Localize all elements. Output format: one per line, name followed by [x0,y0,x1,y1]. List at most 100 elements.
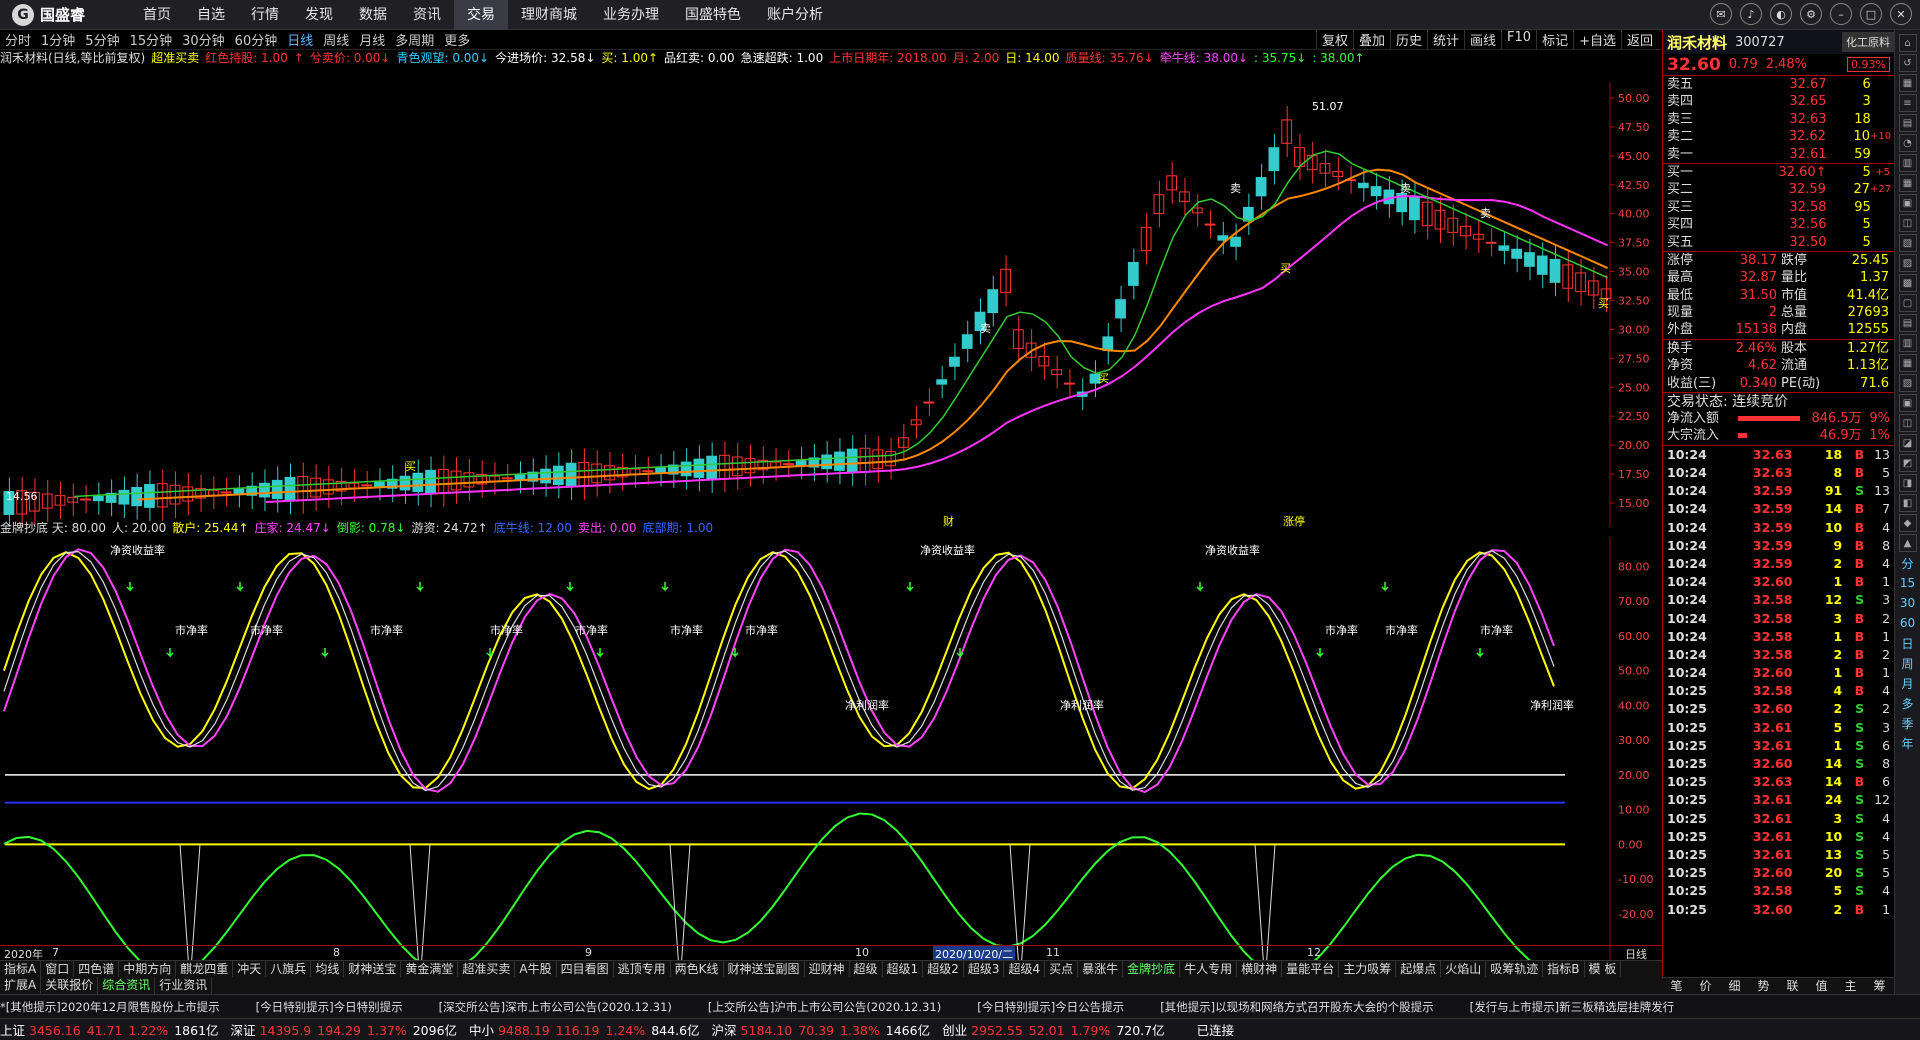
extension-tab[interactable]: 行业资讯 [155,977,213,994]
ticker-item[interactable]: [上交所公告]沪市上市公司公告(2020.12.31) [708,999,941,1015]
period-tab[interactable]: 30分钟 [177,30,230,49]
indicator-tab[interactable]: 超级1 [883,961,924,977]
oscillator-chart[interactable]: 80.0070.0060.0050.0040.0030.0020.0010.00… [0,537,1662,974]
period-tab[interactable]: 60分钟 [230,30,283,49]
indicator-tab[interactable]: 逃顶专用 [614,961,671,977]
side-tool-icon[interactable]: ▥ [1898,334,1917,352]
period-tab[interactable]: 多周期 [390,30,439,49]
indicator-tab[interactable]: 迎财神 [805,961,850,977]
period-tab[interactable]: 周线 [318,30,354,49]
period-tab[interactable]: 月线 [354,30,390,49]
side-tool-icon[interactable]: ▧ [1898,374,1917,392]
toolbar-button[interactable]: 画线 [1464,30,1501,49]
side-tool-icon[interactable]: ◧ [1898,494,1917,512]
ticker-item[interactable]: *[其他提示]2020年12月限售股份上市提示 [0,999,220,1015]
ticker-item[interactable]: [其他提示]以现场和网络方式召开股东大会的个股提示 [1160,999,1433,1015]
side-tool-icon[interactable]: ◫ [1898,214,1917,232]
index-quote[interactable]: 创业 2952.55 52.01 1.79% 720.7亿 [942,1020,1165,1039]
side-period-button[interactable]: 周 [1899,654,1917,672]
indicator-tab[interactable]: 超级4 [1004,961,1046,977]
side-tool-icon[interactable]: ◨ [1898,474,1917,492]
side-tool-icon[interactable]: ▲ [1898,534,1917,552]
side-tool-icon[interactable]: ▦ [1898,174,1917,192]
indicator-tab[interactable]: 超准买卖 [458,961,516,977]
indicator-tab[interactable]: 冲天 [233,961,267,977]
indicator-tab[interactable]: A牛股 [515,961,557,977]
minimize-icon[interactable]: – [1830,3,1852,25]
side-period-button[interactable]: 月 [1899,674,1917,692]
close-icon[interactable]: ✕ [1890,3,1912,25]
nav-item[interactable]: 账户分析 [754,0,836,30]
indicator-tab[interactable]: 买点 [1045,961,1079,977]
indicator-tab[interactable]: 财神送宝副图 [724,961,805,977]
indicator-tab[interactable]: 量能平台 [1282,961,1340,977]
indicator-tab[interactable]: 中期方向 [119,961,177,977]
indicator-tab[interactable]: 暴涨牛 [1078,961,1124,977]
indicator-tab[interactable]: 指标B [1543,961,1585,977]
ticker-item[interactable]: [发行与上市提示]新三板精选层挂牌发行 [1470,999,1674,1015]
maximize-icon[interactable]: □ [1860,3,1882,25]
side-period-button[interactable]: 60 [1899,614,1917,632]
period-tab[interactable]: 分时 [0,30,36,49]
side-tool-icon[interactable]: ◔ [1898,134,1917,152]
side-tool-icon[interactable]: ◫ [1898,414,1917,432]
nav-item[interactable]: 业务办理 [590,0,672,30]
ticker-item[interactable]: [今日特别提示]今日特别提示 [256,999,403,1015]
nav-item[interactable]: 自选 [184,0,238,30]
indicator-name[interactable]: 超准买卖 [151,51,199,65]
indicator-tab[interactable]: 四色谱 [74,961,120,977]
indicator-tab[interactable]: 两色K线 [671,961,724,977]
indicator-tab[interactable]: 金牌抄底 [1123,961,1181,977]
toolbar-button[interactable]: 统计 [1427,30,1464,49]
indicator-tab[interactable]: 四目看图 [557,961,614,977]
indicator-tab[interactable]: 横财神 [1237,961,1283,977]
quote-tab[interactable]: 细 [1720,978,1749,994]
extension-tab[interactable]: 关联报价 [41,977,99,994]
candlestick-chart[interactable]: 50.00 47.50 45.00 42.50 40.00 37.50 35.00 32.50… [0,82,1662,527]
indicator-tab[interactable]: 吸筹轨迹 [1486,961,1544,977]
index-quote[interactable]: 深证 14395.9 194.29 1.37% 2096亿 [231,1020,458,1039]
side-tool-icon[interactable]: ▣ [1898,394,1917,412]
period-tab[interactable]: 日线 [282,30,318,49]
indicator-tab[interactable]: 均线 [311,961,345,977]
side-tool-icon[interactable]: ▨ [1898,254,1917,272]
side-tool-icon[interactable]: ▦ [1898,74,1917,92]
toolbar-button[interactable]: F10 [1501,30,1536,49]
indicator-tab[interactable]: 黄金满堂 [401,961,459,977]
side-period-button[interactable]: 日 [1899,634,1917,652]
quote-tab[interactable]: 价 [1691,978,1720,994]
nav-item[interactable]: 数据 [346,0,400,30]
quote-tab[interactable]: 筹 [1865,978,1894,994]
quote-tab[interactable]: 势 [1749,978,1778,994]
indicator-tab[interactable]: 火焰山 [1441,961,1487,977]
indicator-tab[interactable]: 超级 [850,961,883,977]
index-quote[interactable]: 沪深 5184.10 70.39 1.38% 1466亿 [712,1020,931,1039]
side-period-button[interactable]: 季 [1899,714,1917,732]
indicator-tab[interactable]: 麒龙四重 [176,961,234,977]
indicator-tab[interactable]: 超级2 [923,961,964,977]
side-tool-icon[interactable]: ▤ [1898,314,1917,332]
period-tab[interactable]: 5分钟 [80,30,124,49]
side-period-button[interactable]: 30 [1899,594,1917,612]
side-tool-icon[interactable]: ≡ [1898,94,1917,112]
news-ticker[interactable]: *[其他提示]2020年12月限售股份上市提示 [今日特别提示]今日特别提示 [深交… [0,994,1920,1018]
indicator-tab[interactable]: 主力吸筹 [1339,961,1397,977]
index-quote[interactable]: 中小 9488.19 116.19 1.24% 844.6亿 [469,1020,699,1039]
extension-tab[interactable]: 扩展A [0,977,42,994]
tick-list[interactable]: 10:24 32.63 18 B 13 10:24 32.63 8 B 5 10:24 32.59 91… [1663,444,1894,919]
indicator-tab[interactable]: 超级3 [964,961,1005,977]
side-tool-icon[interactable]: ▩ [1898,274,1917,292]
quote-tab[interactable]: 主 [1836,978,1865,994]
indicator-tab[interactable]: 窗口 [41,961,75,977]
side-period-button[interactable]: 年 [1899,734,1917,752]
indicator-tab[interactable]: 起爆点 [1396,961,1442,977]
nav-item[interactable]: 发现 [292,0,346,30]
extension-tab[interactable]: 综合资讯 [98,977,156,994]
nav-item[interactable]: 理财商城 [508,0,590,30]
side-tool-icon[interactable]: ▥ [1898,154,1917,172]
side-period-button[interactable]: 多 [1899,694,1917,712]
nav-item[interactable]: 行情 [238,0,292,30]
toolbar-button[interactable]: 叠加 [1352,30,1390,49]
ticker-item[interactable]: [深交所公告]深市上市公司公告(2020.12.31) [439,999,672,1015]
quote-tab[interactable]: 值 [1807,978,1836,994]
